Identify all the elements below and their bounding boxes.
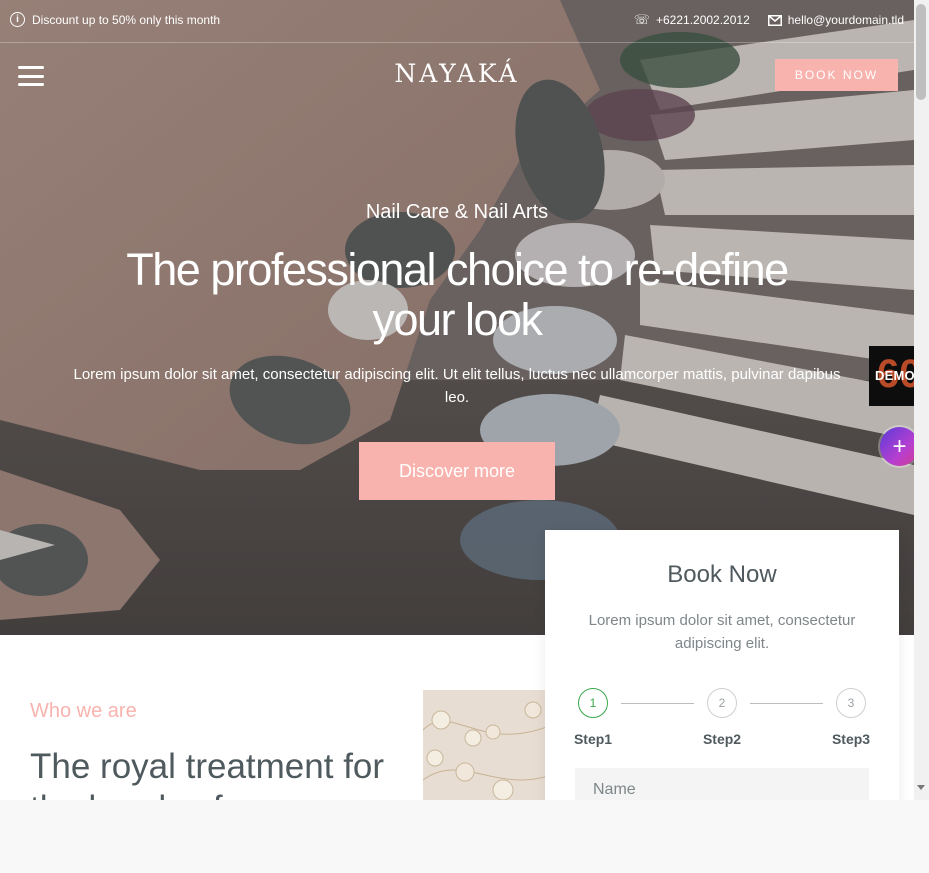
pearls-image (423, 690, 563, 800)
booking-description: Lorem ipsum dolor sit amet, consectetur … (588, 612, 856, 652)
phone-link[interactable]: ☏ +6221.2002.2012 (634, 12, 750, 28)
step-label: Step2 (702, 731, 742, 747)
scrollbar-track[interactable] (914, 0, 929, 800)
step-number: 3 (836, 688, 866, 718)
step-label: Step3 (831, 731, 871, 747)
about-title: The royal treatment for the hands of a q… (30, 747, 385, 800)
hero-description: Lorem ipsum dolor sit amet, consectetur … (73, 366, 841, 406)
envelope-icon (767, 14, 782, 26)
step-label: Step1 (573, 731, 613, 747)
booking-title: Book Now (667, 561, 777, 588)
main-nav: NAYAKÁ BOOK NOW (0, 44, 914, 108)
step-1[interactable]: 1 Step1 (563, 688, 623, 747)
page-viewport: i Discount up to 50% only this month ☏ +… (0, 0, 929, 800)
book-now-button[interactable]: BOOK NOW (775, 59, 898, 91)
hero-subtitle: Nail Care & Nail Arts (365, 201, 549, 223)
discount-text: Discount up to 50% only this month (32, 12, 221, 27)
top-bar: i Discount up to 50% only this month ☏ +… (0, 0, 914, 43)
name-field[interactable] (575, 768, 869, 800)
discount-notice: i Discount up to 50% only this month (10, 12, 220, 27)
booking-card: Book Now Lorem ipsum dolor sit amet, con… (545, 530, 899, 800)
step-number: 2 (707, 688, 737, 718)
about-image (423, 690, 563, 800)
discover-more-button[interactable]: Discover more (359, 442, 555, 500)
scroll-down-arrow-icon[interactable] (917, 785, 925, 790)
contact-info: ☏ +6221.2002.2012 hello@yourdomain.tld (634, 12, 904, 28)
hero-title: The professional choice to re-define you… (126, 244, 789, 345)
phone-icon: ☏ (633, 12, 650, 27)
email-text: hello@yourdomain.tld (787, 13, 904, 27)
step-connector (750, 703, 823, 704)
step-2[interactable]: 2 Step2 (692, 688, 752, 747)
about-kicker: Who we are (30, 700, 137, 722)
email-link[interactable]: hello@yourdomain.tld (767, 13, 904, 27)
step-number: 1 (578, 688, 608, 718)
step-connector (621, 703, 694, 704)
step-3[interactable]: 3 Step3 (821, 688, 881, 747)
scrollbar-thumb[interactable] (916, 4, 926, 100)
phone-text: +6221.2002.2012 (655, 13, 750, 27)
info-icon: i (10, 12, 25, 27)
